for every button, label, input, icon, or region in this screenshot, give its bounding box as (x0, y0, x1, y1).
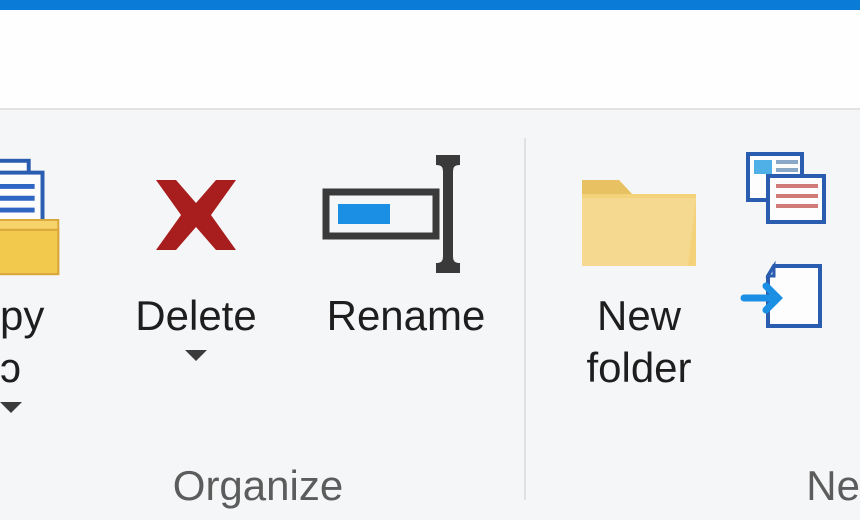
new-folder-label: New folder (586, 290, 691, 394)
ribbon-tabs-area (0, 10, 860, 108)
ribbon-group-separator (524, 138, 526, 500)
delete-split-button[interactable]: Delete (96, 130, 296, 361)
easy-access-icon (740, 260, 840, 340)
delete-x-icon (136, 140, 256, 290)
dropdown-caret-icon (0, 402, 22, 413)
new-item-button[interactable] (740, 150, 850, 230)
new-item-icon (740, 150, 840, 230)
new-group-side-items (734, 130, 850, 340)
ribbon-group-organize-label: Organize (173, 462, 343, 520)
copy-to-split-button[interactable]: py ɔ (0, 130, 78, 413)
ribbon-group-organize: py ɔ Delete (0, 110, 516, 520)
copy-to-folder-icon (0, 140, 78, 290)
ribbon-group-organize-items: py ɔ Delete (0, 110, 516, 462)
dropdown-caret-icon (185, 350, 207, 361)
window-titlebar (0, 0, 860, 10)
rename-label: Rename (327, 290, 486, 342)
ribbon-group-new: New folder (534, 110, 860, 520)
ribbon-group-new-items: New folder (544, 110, 850, 462)
rename-icon (316, 140, 496, 290)
copy-to-label: py ɔ (0, 290, 78, 394)
new-folder-button[interactable]: New folder (544, 130, 734, 394)
easy-access-button[interactable] (740, 260, 850, 340)
delete-label: Delete (135, 290, 256, 342)
new-folder-icon (564, 140, 714, 290)
ribbon-home-tab: py ɔ Delete (0, 108, 860, 520)
ribbon-group-new-label: Ne (806, 462, 860, 520)
rename-button[interactable]: Rename (296, 130, 516, 342)
